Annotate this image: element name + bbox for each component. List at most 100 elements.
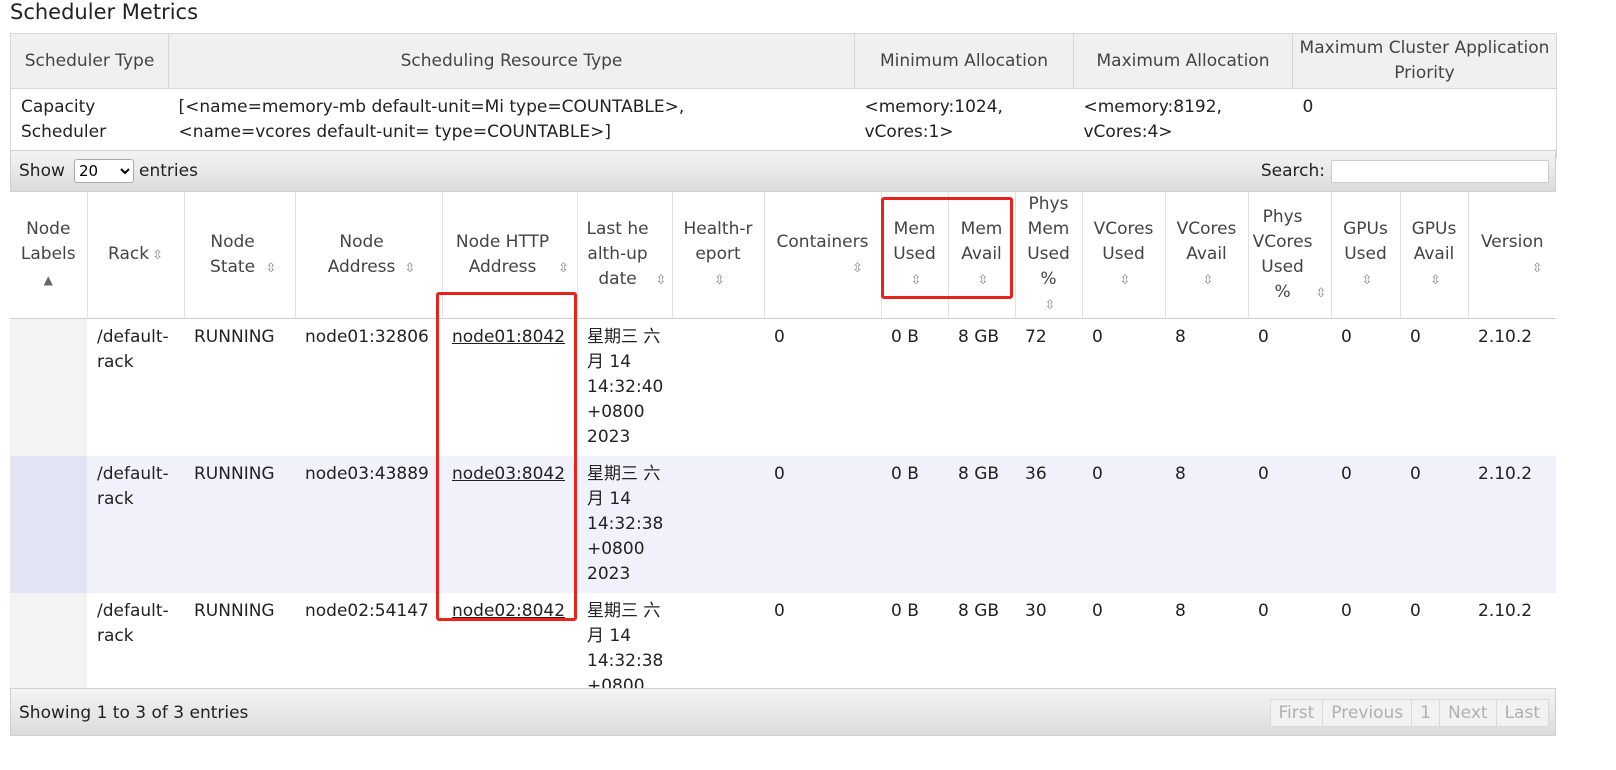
header-max-allocation: Maximum Allocation [1073,33,1293,89]
header-max-priority: Maximum Cluster Application Priority [1292,33,1557,89]
sort-icon: ⇳ [1202,273,1214,288]
last-health-update-cell: 星期三 六月 14 14:32:40 +0800 2023 [577,318,672,456]
phys-mem-used-cell: 72 [1015,318,1082,456]
mem-avail-cell: 8 GB [948,318,1015,456]
node-labels-cell [10,456,87,593]
sort-icon: ⇳ [152,248,163,263]
sort-icon: ⇳ [1361,273,1373,288]
col-node-state-label: Node State [210,231,256,277]
rack-cell: /default-rack [87,318,184,456]
sort-icon: ⇳ [558,260,569,276]
node-address-cell: node01:32806 [295,318,442,456]
col-phys-mem-used[interactable]: Phys Mem Used % ⇳ [1015,192,1083,319]
sort-icon: ⇳ [910,273,922,288]
sort-icon: ⇳ [1315,285,1327,301]
col-gpus-used[interactable]: GPUs Used ⇳ [1331,192,1401,319]
vcores-used-cell: 0 [1082,318,1165,456]
last-health-update-cell: 星期三 六月 14 14:32:38 +0800 2023 [577,456,672,593]
col-vcores-used-label: VCores Used [1093,219,1154,264]
search-label: Search: [1260,161,1325,181]
col-mem-used[interactable]: Mem Used ⇳ [881,192,949,319]
col-mem-avail-label: Mem Avail [960,219,1003,264]
table-row: /default-rack RUNNING node01:32806 node01:8… [10,318,1556,456]
col-node-http-address[interactable]: Node HTTP Address ⇳ [442,192,578,319]
col-gpus-avail[interactable]: GPUs Avail ⇳ [1400,192,1469,319]
node-http-address-cell: node03:8042 [442,456,577,593]
metrics-row: Capacity Scheduler [<name=memory-mb defa… [10,88,1557,158]
min-allocation-cell: <memory:1024, vCores:1> [854,88,1074,158]
col-health-report-label: Health-report [683,219,753,264]
nodes-table: Node Labels ▲ Rack ⇳ Node State ⇳ Node Addr… [10,192,1556,730]
col-last-health-update[interactable]: Last health-update ⇳ [577,192,673,319]
scheduler-type-cell: Capacity Scheduler [10,88,169,158]
sort-icon: ⇳ [1430,273,1441,288]
col-mem-used-label: Mem Used [893,219,936,264]
pager-previous-button[interactable]: Previous [1322,699,1413,727]
vcores-avail-cell: 8 [1165,456,1248,593]
col-rack[interactable]: Rack ⇳ [87,192,185,319]
col-phys-mem-used-label: Phys Mem Used % [1027,194,1070,289]
node-state-cell: RUNNING [184,456,295,593]
col-node-address-label: Node Address [327,231,396,277]
pager-first-button[interactable]: First [1269,699,1324,727]
containers-cell: 0 [764,318,881,456]
pager-next-button[interactable]: Next [1438,699,1497,727]
health-report-cell [672,318,764,456]
col-node-labels[interactable]: Node Labels ▲ [10,192,88,319]
rack-cell: /default-rack [87,456,184,593]
page-size-select[interactable]: 20 [74,159,134,183]
node-http-address-link[interactable]: node02:8042 [452,601,565,621]
col-rack-label: Rack [108,244,150,264]
node-http-address-link[interactable]: node01:8042 [452,327,565,347]
col-gpus-used-label: GPUs Used [1343,219,1388,264]
col-gpus-avail-label: GPUs Avail [1411,219,1457,264]
node-http-address-link[interactable]: node03:8042 [452,464,565,484]
col-version-label: Version [1480,231,1544,252]
max-priority-cell: 0 [1292,88,1557,158]
sort-icon: ⇳ [714,273,725,288]
resource-type-cell: [<name=memory-mb default-unit=Mi type=CO… [168,88,855,158]
pager-page-1-button[interactable]: 1 [1411,699,1440,727]
col-mem-avail[interactable]: Mem Avail ⇳ [948,192,1016,319]
version-cell: 2.10.2 [1468,318,1556,456]
vcores-avail-cell: 8 [1165,318,1248,456]
col-version[interactable]: Version ⇳ [1468,192,1556,319]
header-resource-type: Scheduling Resource Type [168,33,855,89]
health-report-cell [672,456,764,593]
phys-mem-used-cell: 36 [1015,456,1082,593]
phys-vcores-used-cell: 0 [1248,318,1331,456]
containers-cell: 0 [764,456,881,593]
col-node-http-address-label: Node HTTP Address [455,231,550,277]
node-http-address-cell: node01:8042 [442,318,577,456]
col-containers-label: Containers [776,231,869,252]
node-address-cell: node03:43889 [295,456,442,593]
table-row: /default-rack RUNNING node03:43889 node03:8… [10,456,1556,593]
mem-avail-cell: 8 GB [948,456,1015,593]
sort-icon: ⇳ [1044,298,1056,313]
gpus-avail-cell: 0 [1400,456,1468,593]
col-containers[interactable]: Containers ⇳ [764,192,882,319]
page-title: Scheduler Metrics [10,0,199,24]
sort-icon: ⇳ [265,260,277,276]
sort-icon: ⇳ [1119,273,1131,288]
search-input[interactable] [1331,160,1549,183]
col-node-address[interactable]: Node Address ⇳ [295,192,443,319]
show-label: Show [19,161,65,181]
col-health-report[interactable]: Health-report ⇳ [672,192,765,319]
sort-icon: ⇳ [404,260,416,276]
col-vcores-avail[interactable]: VCores Avail ⇳ [1165,192,1249,319]
sort-asc-icon: ▲ [43,273,53,287]
node-labels-cell [10,318,87,456]
col-phys-vcores-used-label: Phys VCores Used % [1252,206,1313,302]
gpus-used-cell: 0 [1331,456,1400,593]
sort-icon: ⇳ [1531,260,1543,276]
col-vcores-avail-label: VCores Avail [1176,219,1237,264]
col-phys-vcores-used[interactable]: Phys VCores Used % ⇳ [1248,192,1332,319]
gpus-avail-cell: 0 [1400,318,1468,456]
pager-last-button[interactable]: Last [1495,699,1549,727]
table-footer: Showing 1 to 3 of 3 entries First Previo… [10,688,1556,736]
version-cell: 2.10.2 [1468,456,1556,593]
col-node-state[interactable]: Node State ⇳ [184,192,296,319]
col-vcores-used[interactable]: VCores Used ⇳ [1082,192,1166,319]
entries-label: entries [139,161,198,181]
